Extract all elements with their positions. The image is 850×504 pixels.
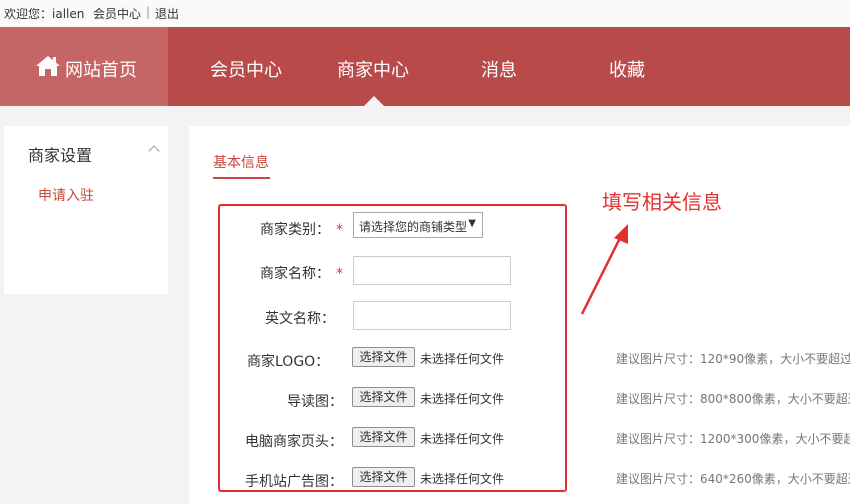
category-label: 商家类别： * [260,222,343,238]
name-label: 商家名称： * [260,266,343,282]
top-separator: | [146,5,151,19]
mobile-banner-label: 手机站广告图： [245,474,343,490]
guide-file-button[interactable]: 选择文件 [352,387,415,407]
pc-header-hint: 建议图片尺寸：1200*300像素，大小不要超 [616,432,850,446]
nav-item-merchant-center[interactable]: 商家中心 [337,56,409,82]
top-member-center-link[interactable]: 会员中心 [93,5,141,22]
main-panel: 基本信息 填写相关信息 商家类别： * 请选择您的商铺类型 ▼ 商家名称： * 英文… [189,126,850,504]
logo-hint: 建议图片尺寸：120*90像素，大小不要超过5 [616,352,850,366]
english-name-label: 英文名称： [265,311,335,327]
mobile-banner-file-status: 未选择任何文件 [420,472,505,486]
name-input[interactable] [353,256,511,285]
main-nav: 网站首页 会员中心 商家中心 消息 收藏 [0,27,850,106]
active-nav-caret [364,96,384,106]
guide-label: 导读图： [287,394,343,410]
top-utility-bar: 欢迎您：iallen 会员中心 | 退出 [0,0,850,27]
guide-file-status: 未选择任何文件 [420,392,505,406]
sidebar-item-apply[interactable]: 申请入驻 [38,185,94,205]
logout-link[interactable]: 退出 [155,5,179,22]
pc-header-label: 电脑商家页头： [245,434,343,450]
pc-header-file-status: 未选择任何文件 [420,432,505,446]
tab-underline [213,177,270,179]
chevron-up-icon[interactable] [148,145,160,157]
nav-item-member-center[interactable]: 会员中心 [210,56,282,82]
pc-header-file-button[interactable]: 选择文件 [352,427,415,447]
guide-hint: 建议图片尺寸：800*800像素，大小不要超过 [616,392,850,406]
home-icon [36,56,60,76]
nav-item-favorites[interactable]: 收藏 [609,56,645,82]
annotation-text: 填写相关信息 [602,190,722,214]
logo-label: 商家LOGO： [247,354,330,370]
required-mark: * [336,266,343,282]
logo-file-status: 未选择任何文件 [420,352,505,366]
sidebar: 商家设置 申请入驻 [4,126,168,294]
nav-home-label: 网站首页 [65,60,137,81]
category-select[interactable]: 请选择您的商铺类型 ▼ [353,212,483,238]
tab-basic-info[interactable]: 基本信息 [213,152,269,172]
nav-home[interactable]: 网站首页 [0,27,168,106]
sidebar-title[interactable]: 商家设置 [28,142,92,166]
category-select-value: 请选择您的商铺类型 [359,220,468,234]
nav-item-messages[interactable]: 消息 [481,56,517,82]
mobile-banner-hint: 建议图片尺寸：640*260像素，大小不要超过 [616,472,850,486]
required-mark: * [336,222,343,238]
mobile-banner-file-button[interactable]: 选择文件 [352,467,415,487]
logo-file-button[interactable]: 选择文件 [352,347,415,367]
dropdown-arrow-icon: ▼ [468,218,476,229]
english-name-input[interactable] [353,301,511,330]
welcome-text: 欢迎您：iallen [4,7,85,21]
annotation-arrow-icon [580,224,628,315]
